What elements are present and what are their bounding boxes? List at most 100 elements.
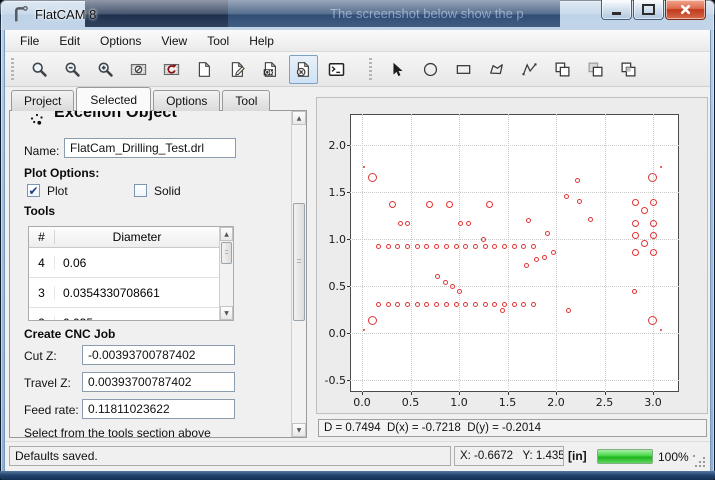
column-header-diameter[interactable]: Diameter xyxy=(55,230,219,244)
tool-row[interactable]: 20.035 xyxy=(29,308,233,321)
x-tick-label: 2.5 xyxy=(591,396,619,409)
tools-table-scrollbar[interactable]: ▲ ▼ xyxy=(219,227,233,320)
panel-scrollbar[interactable]: ▲ ▼ xyxy=(291,111,306,437)
scrollbar-thumb[interactable] xyxy=(293,203,305,321)
name-input[interactable]: FlatCam_Drilling_Test.drl xyxy=(64,138,236,158)
resize-grip[interactable] xyxy=(693,455,705,467)
drill-point xyxy=(454,244,459,249)
clear-plot-icon xyxy=(130,61,147,78)
close-button[interactable] xyxy=(665,0,706,20)
menu-item-help[interactable]: Help xyxy=(239,31,284,51)
ok-file-button[interactable]: Ok xyxy=(256,55,285,84)
grid-line xyxy=(508,114,509,392)
excellon-drill-icon xyxy=(30,113,44,127)
polygon-button[interactable] xyxy=(482,55,511,84)
zoom-fit-button[interactable] xyxy=(25,55,54,84)
scrollbar-thumb[interactable] xyxy=(221,242,232,264)
maximize-button[interactable] xyxy=(633,0,664,20)
tool-row[interactable]: 30.0354330708661 xyxy=(29,278,233,308)
tools-label: Tools xyxy=(24,204,55,218)
cnc-field-input[interactable]: 0.11811023622 xyxy=(82,399,235,419)
tab-tool[interactable]: Tool xyxy=(222,90,270,111)
grid-line xyxy=(605,114,606,392)
pointer-button[interactable] xyxy=(383,55,412,84)
drill-point xyxy=(660,329,662,331)
y-tick-label: 1.5 xyxy=(319,186,346,199)
polyline-button[interactable] xyxy=(515,55,544,84)
drill-point xyxy=(386,244,391,249)
drill-point xyxy=(512,244,517,249)
grid-line xyxy=(459,114,460,392)
tab-project[interactable]: Project xyxy=(11,90,74,111)
grid-line xyxy=(350,192,679,193)
rectangle-button[interactable] xyxy=(449,55,478,84)
x-tick-label: 1.0 xyxy=(445,396,473,409)
tool-number: 2 xyxy=(29,316,55,322)
intersect-button[interactable] xyxy=(614,55,643,84)
drill-point xyxy=(632,232,639,239)
drill-point xyxy=(446,201,453,208)
menu-item-tool[interactable]: Tool xyxy=(197,31,239,51)
menu-item-edit[interactable]: Edit xyxy=(49,31,90,51)
cnc-field-input[interactable]: 0.00393700787402 xyxy=(82,372,235,392)
tick-mark xyxy=(605,392,606,395)
menu-item-options[interactable]: Options xyxy=(90,31,151,51)
plot-canvas[interactable]: 0.00.51.01.52.02.53.02.01.51.00.50.0-0.5 xyxy=(316,97,708,414)
solid-checkbox[interactable] xyxy=(134,184,147,197)
zoom-in-button[interactable] xyxy=(91,55,120,84)
cnc-field-input[interactable]: -0.00393700787402 xyxy=(82,345,235,365)
tick-mark xyxy=(556,392,557,395)
union-button[interactable] xyxy=(548,55,577,84)
plot-checkbox[interactable]: ✔ xyxy=(27,184,40,197)
toolbar-grip[interactable] xyxy=(11,58,14,80)
tick-mark xyxy=(508,392,509,395)
grid-line xyxy=(350,380,679,381)
toolbar-grip[interactable] xyxy=(369,58,372,80)
zoom-out-button[interactable] xyxy=(58,55,87,84)
drill-point xyxy=(650,249,657,256)
shell-button[interactable] xyxy=(322,55,351,84)
delete-file-button[interactable] xyxy=(289,55,318,84)
grid-line xyxy=(350,145,679,146)
replot-button[interactable] xyxy=(157,55,186,84)
drill-point xyxy=(632,249,639,256)
menu-item-file[interactable]: File xyxy=(10,31,49,51)
tool-row[interactable]: 40.06 xyxy=(29,248,233,278)
background-window-bleed: The screenshot below show the p xyxy=(228,0,560,27)
drill-point xyxy=(660,166,662,168)
tab-options[interactable]: Options xyxy=(153,90,220,111)
subtract-button[interactable] xyxy=(581,55,610,84)
tool-diameter: 0.0354330708661 xyxy=(55,286,160,300)
replot-icon xyxy=(163,61,180,78)
y-tick-label: -0.5 xyxy=(319,374,346,387)
scroll-down-icon[interactable]: ▼ xyxy=(220,306,233,320)
clear-plot-button[interactable] xyxy=(124,55,153,84)
toolbar-file-group: Ok xyxy=(11,55,351,84)
column-header-number[interactable]: # xyxy=(29,230,55,244)
new-file-button[interactable] xyxy=(190,55,219,84)
drill-point xyxy=(454,302,459,307)
minimize-button[interactable] xyxy=(601,0,632,20)
y-tick-label: 0.5 xyxy=(319,280,346,293)
drill-point xyxy=(376,244,381,249)
cnc-field-label: Feed rate: xyxy=(24,403,79,417)
window-frame-bottom xyxy=(0,471,715,480)
edit-file-button[interactable] xyxy=(223,55,252,84)
drill-point xyxy=(363,166,365,168)
tick-mark xyxy=(459,392,460,395)
tools-hint-text: Select from the tools section above xyxy=(24,426,211,438)
drill-point xyxy=(648,173,657,182)
tick-mark xyxy=(347,333,350,334)
scroll-down-icon[interactable]: ▼ xyxy=(292,423,306,437)
progress-percent: 100% xyxy=(658,450,689,464)
cursor-coordinates: X: -0.6672 Y: 1.4359 xyxy=(454,446,564,466)
flatcam-logo-icon xyxy=(11,5,30,24)
menu-item-view[interactable]: View xyxy=(151,31,197,51)
scroll-up-icon[interactable]: ▲ xyxy=(292,111,306,125)
circle-button[interactable] xyxy=(416,55,445,84)
titlebar[interactable]: The screenshot below show the p FlatCAM … xyxy=(0,0,715,30)
client-area: FileEditOptionsViewToolHelp Ok ProjectSe… xyxy=(4,30,711,471)
tools-table[interactable]: # Diameter 40.0630.035433070866120.035 ▲… xyxy=(28,226,234,321)
scroll-up-icon[interactable]: ▲ xyxy=(220,227,233,241)
tab-selected[interactable]: Selected xyxy=(76,87,151,111)
